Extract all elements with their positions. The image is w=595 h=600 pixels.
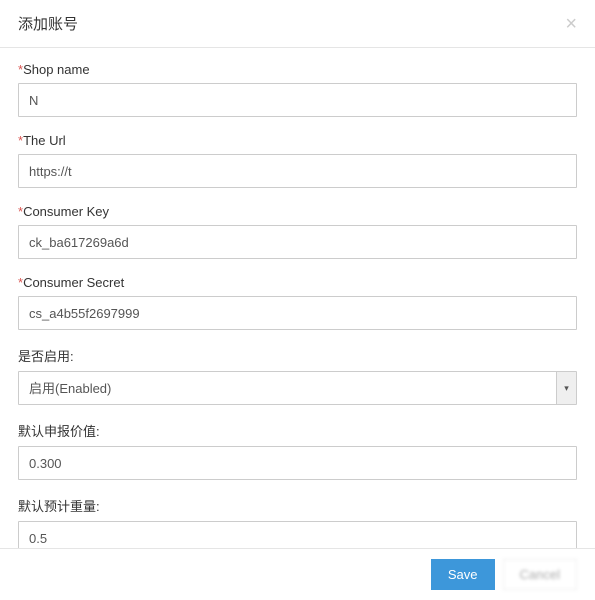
modal-header: 添加账号 ×	[0, 0, 595, 48]
shop-name-input[interactable]	[18, 83, 577, 117]
modal-footer: Save Cancel	[0, 548, 595, 600]
cancel-button[interactable]: Cancel	[503, 559, 577, 590]
declared-value-label: 默认申报价值:	[18, 421, 577, 440]
consumer-secret-label-text: Consumer Secret	[23, 275, 124, 290]
enable-select[interactable]: 启用(Enabled)	[18, 371, 577, 405]
field-consumer-secret: *Consumer Secret	[18, 275, 577, 330]
estimated-weight-label: 默认预计重量:	[18, 496, 577, 515]
field-consumer-key: *Consumer Key	[18, 204, 577, 259]
modal-body-scroll[interactable]: *Shop name *The Url *Consumer Key *Consu…	[0, 48, 595, 553]
close-icon[interactable]: ×	[565, 14, 577, 34]
field-shop-name: *Shop name	[18, 62, 577, 117]
shop-name-label-text: Shop name	[23, 62, 90, 77]
the-url-label-text: The Url	[23, 133, 66, 148]
consumer-key-input[interactable]	[18, 225, 577, 259]
modal-title: 添加账号	[18, 13, 78, 34]
enable-select-wrap: 启用(Enabled) ▾	[18, 371, 577, 405]
field-enable: 是否启用: 启用(Enabled) ▾	[18, 346, 577, 405]
consumer-secret-input[interactable]	[18, 296, 577, 330]
enable-label: 是否启用:	[18, 346, 577, 365]
consumer-secret-label: *Consumer Secret	[18, 275, 577, 290]
consumer-key-label-text: Consumer Key	[23, 204, 109, 219]
shop-name-label: *Shop name	[18, 62, 577, 77]
field-the-url: *The Url	[18, 133, 577, 188]
declared-value-input[interactable]	[18, 446, 577, 480]
modal-body: *Shop name *The Url *Consumer Key *Consu…	[0, 48, 595, 553]
save-button[interactable]: Save	[431, 559, 495, 590]
consumer-key-label: *Consumer Key	[18, 204, 577, 219]
field-estimated-weight: 默认预计重量:	[18, 496, 577, 553]
field-declared-value: 默认申报价值:	[18, 421, 577, 480]
the-url-label: *The Url	[18, 133, 577, 148]
the-url-input[interactable]	[18, 154, 577, 188]
